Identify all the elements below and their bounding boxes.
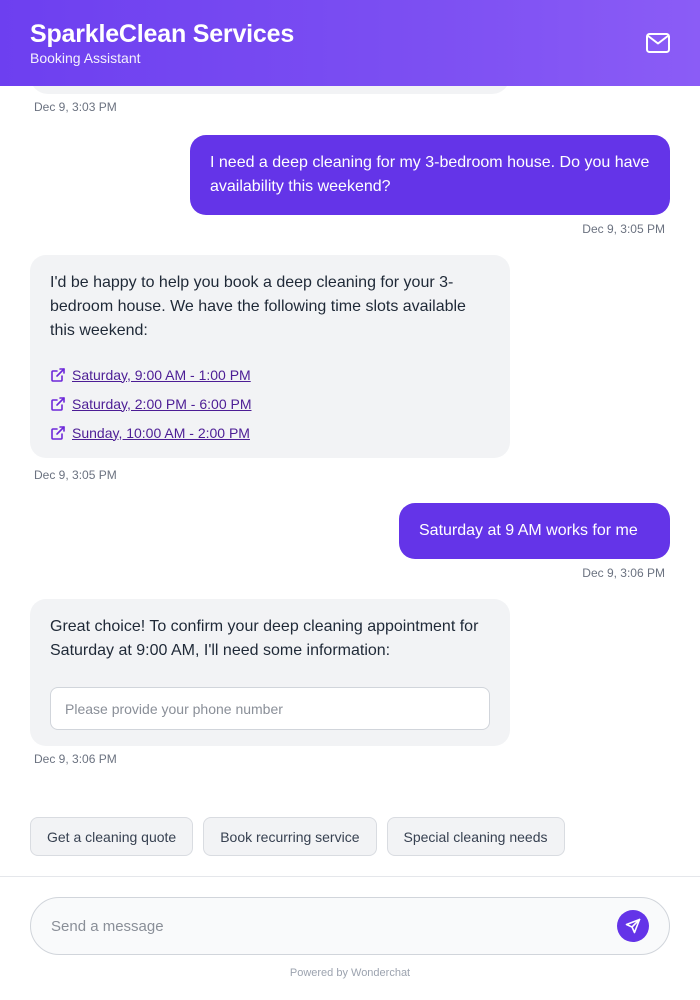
composer-divider: [0, 876, 700, 877]
time-slot-link[interactable]: Saturday, 9:00 AM - 1:00 PM: [72, 363, 251, 387]
external-link-icon: [51, 367, 65, 382]
quick-reply-recurring-service[interactable]: Book recurring service: [203, 817, 377, 856]
bot-message-text: I'd be happy to help you book a deep cle…: [50, 274, 466, 339]
send-icon: [625, 918, 641, 934]
message-list[interactable]: Dec 9, 3:03 PM I need a deep cleaning fo…: [0, 86, 700, 876]
chat-header: SparkleClean Services Booking Assistant: [0, 0, 700, 86]
bot-message: Great choice! To confirm your deep clean…: [30, 599, 510, 746]
user-message: I need a deep cleaning for my 3-bedroom …: [190, 135, 670, 215]
user-message: Saturday at 9 AM works for me: [399, 503, 670, 559]
message-timestamp: Dec 9, 3:05 PM: [34, 468, 117, 482]
phone-number-input[interactable]: [50, 687, 490, 730]
message-timestamp: Dec 9, 3:06 PM: [34, 752, 117, 766]
mail-icon[interactable]: [646, 33, 670, 53]
quick-replies: Get a cleaning quote Book recurring serv…: [30, 817, 565, 856]
message-timestamp: Dec 9, 3:03 PM: [34, 100, 117, 114]
header-title: SparkleClean Services: [30, 20, 295, 48]
time-slot-item: Saturday, 2:00 PM - 6:00 PM: [50, 394, 490, 413]
bot-message-text: Great choice! To confirm your deep clean…: [50, 618, 479, 659]
bot-message: I'd be happy to help you book a deep cle…: [30, 255, 510, 458]
message-timestamp: Dec 9, 3:06 PM: [582, 566, 665, 580]
time-slot-link[interactable]: Saturday, 2:00 PM - 6:00 PM: [72, 392, 252, 416]
powered-by-footer: Powered by Wonderchat: [289, 967, 411, 979]
bot-message-previous: [30, 86, 510, 94]
time-slot-list: Saturday, 9:00 AM - 1:00 PM Saturday, 2:…: [50, 365, 490, 442]
quick-reply-cleaning-quote[interactable]: Get a cleaning quote: [30, 817, 194, 856]
send-button[interactable]: [617, 910, 649, 942]
time-slot-item: Sunday, 10:00 AM - 2:00 PM: [50, 423, 490, 442]
external-link-icon: [51, 425, 65, 440]
message-input[interactable]: [51, 898, 611, 954]
external-link-icon: [51, 396, 65, 411]
quick-reply-special-needs[interactable]: Special cleaning needs: [386, 817, 565, 856]
message-composer: [30, 897, 670, 955]
time-slot-item: Saturday, 9:00 AM - 1:00 PM: [50, 365, 490, 384]
message-timestamp: Dec 9, 3:05 PM: [582, 222, 665, 236]
time-slot-link[interactable]: Sunday, 10:00 AM - 2:00 PM: [72, 421, 250, 445]
header-subtitle: Booking Assistant: [30, 50, 141, 66]
